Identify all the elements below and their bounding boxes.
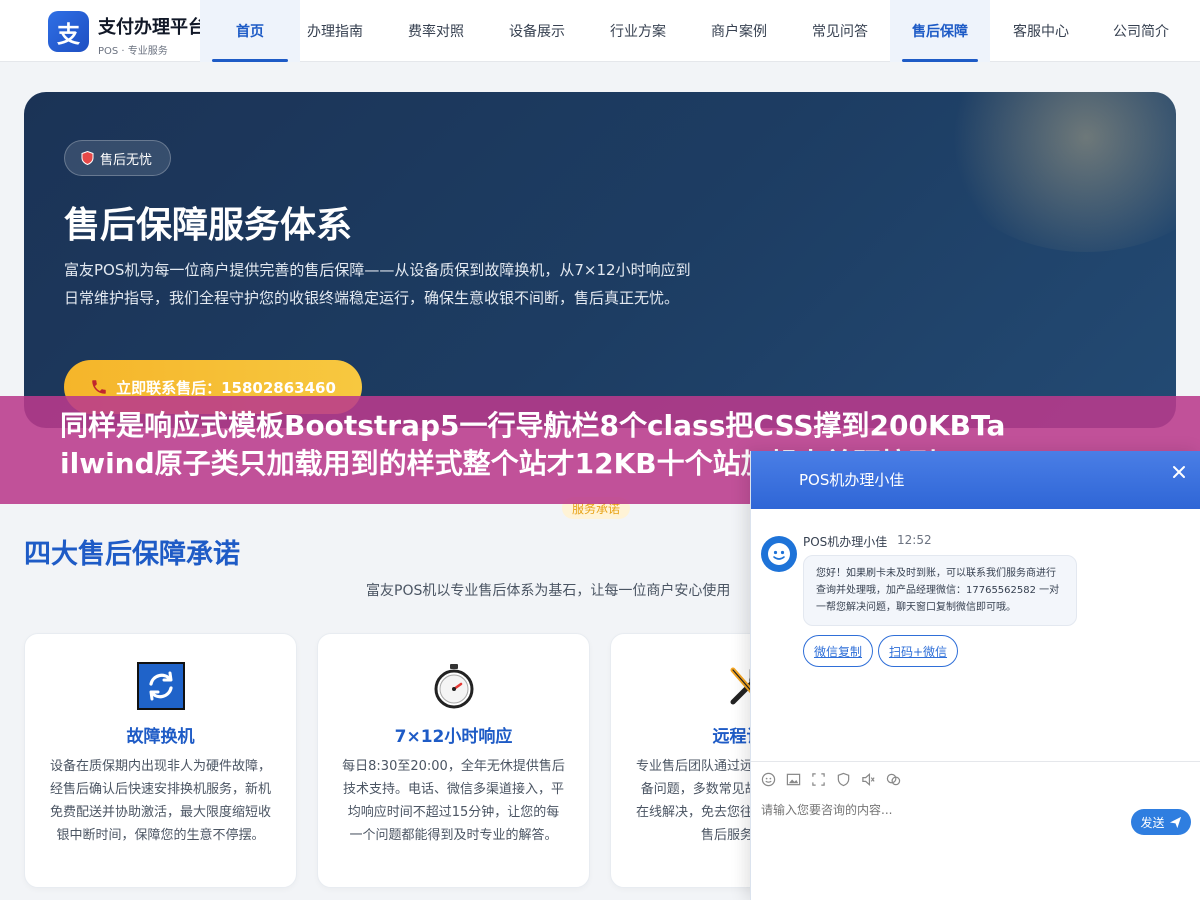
promise-card-replacement: 故障换机 设备在质保期内出现非人为硬件故障，经售后确认后快速安排换机服务，新机免… bbox=[24, 633, 297, 888]
nav-label: 售后保障 bbox=[912, 24, 968, 40]
scan-wechat-button[interactable]: 扫码+微信 bbox=[878, 635, 958, 667]
screenshot-icon[interactable] bbox=[811, 772, 826, 787]
nav-item-solutions[interactable]: 行业方案 bbox=[588, 0, 688, 62]
brand-subtitle: POS · 专业服务 bbox=[98, 46, 168, 57]
close-icon[interactable] bbox=[1171, 464, 1187, 480]
chat-header-title: POS机办理小佳 bbox=[799, 471, 905, 489]
hero-badge-label: 售后无忧 bbox=[100, 152, 153, 168]
card-text: 设备在质保期内出现非人为硬件故障，经售后确认后快速安排换机服务，新机免费配送并协… bbox=[49, 759, 271, 843]
card-title: 7×12小时响应 bbox=[394, 727, 513, 747]
voice-icon[interactable] bbox=[861, 772, 876, 787]
nav-label: 办理指南 bbox=[307, 24, 363, 40]
overlay-line: 同样是响应式模板Bootstrap5一行导航栏8个class把CSS撑到200K… bbox=[60, 409, 1006, 442]
section-title: 四大售后保障承诺 bbox=[24, 539, 240, 570]
chat-widget: POS机办理小佳 POS机办理小佳 12:52 您好！如果刷卡未及时到账，可以联… bbox=[750, 451, 1200, 900]
hero-title: 售后保障服务体系 bbox=[64, 205, 353, 246]
contact-button-label: 立即联系售后：15802863460 bbox=[116, 378, 336, 397]
hero-badge: 售后无忧 bbox=[64, 140, 172, 176]
nav-item-faq[interactable]: 常见问答 bbox=[790, 0, 890, 62]
active-indicator bbox=[212, 59, 288, 62]
hero-glow bbox=[936, 92, 1176, 252]
nav-label: 公司简介 bbox=[1113, 24, 1169, 40]
promise-card-response: 7×12小时响应 每日8:30至20:00，全年无休提供售后技术支持。电话、微信… bbox=[317, 633, 590, 888]
stopwatch-icon bbox=[434, 664, 473, 709]
shield-icon bbox=[81, 151, 94, 165]
chat-message-input[interactable] bbox=[761, 803, 1121, 817]
brand-name[interactable]: 支付办理平台 bbox=[98, 13, 206, 39]
refresh-icon bbox=[136, 662, 185, 710]
nav-item-service-center[interactable]: 客服中心 bbox=[991, 0, 1091, 62]
card-text: 每日8:30至20:00，全年无休提供售后技术支持。电话、微信多渠道接入，平均响… bbox=[342, 759, 565, 843]
send-arrow-icon bbox=[1169, 816, 1181, 828]
nav-label: 首页 bbox=[236, 24, 264, 40]
evaluate-icon[interactable] bbox=[836, 772, 851, 787]
image-icon[interactable] bbox=[786, 772, 801, 787]
agent-name: POS机办理小佳 bbox=[803, 535, 888, 549]
brand-logo[interactable]: 支 bbox=[48, 11, 89, 52]
nav-item-about[interactable]: 公司简介 bbox=[1091, 0, 1191, 62]
chat-messages: POS机办理小佳 12:52 您好！如果刷卡未及时到账，可以联系我们服务商进行查… bbox=[751, 509, 1200, 767]
nav-item-after-sales[interactable]: 售后保障 bbox=[890, 0, 990, 62]
nav-label: 费率对照 bbox=[408, 24, 464, 40]
send-button-label: 发送 bbox=[1140, 815, 1165, 830]
hero-description: 富友POS机为每一位商户提供完善的售后保障——从设备质保到故障换机，从7×12小… bbox=[64, 261, 691, 307]
phone-icon bbox=[92, 380, 106, 394]
nav-label: 常见问答 bbox=[812, 24, 868, 40]
agent-face-icon bbox=[768, 543, 790, 565]
nav-label: 设备展示 bbox=[509, 24, 565, 40]
nav-item-cases[interactable]: 商户案例 bbox=[689, 0, 789, 62]
nav-label: 商户案例 bbox=[711, 24, 767, 40]
send-button[interactable]: 发送 bbox=[1131, 809, 1191, 835]
chat-header: POS机办理小佳 bbox=[751, 451, 1200, 509]
copy-wechat-button[interactable]: 微信复制 bbox=[803, 635, 873, 667]
nav-item-guide[interactable]: 办理指南 bbox=[285, 0, 385, 62]
transfer-icon[interactable] bbox=[886, 772, 901, 787]
chat-toolbar bbox=[751, 761, 1200, 797]
hero-banner: 售后无忧 售后保障服务体系 富友POS机为每一位商户提供完善的售后保障——从设备… bbox=[24, 92, 1176, 428]
section-subtitle: 富友POS机以专业售后体系为基石，让每一位商户安心使用 bbox=[366, 583, 731, 599]
emoji-icon[interactable] bbox=[761, 772, 776, 787]
nav-label: 行业方案 bbox=[610, 24, 666, 40]
agent-avatar bbox=[761, 536, 797, 572]
card-title: 故障换机 bbox=[126, 727, 195, 747]
message-time: 12:52 bbox=[897, 533, 932, 547]
active-indicator bbox=[902, 59, 978, 62]
top-navbar: 支 支付办理平台 POS · 专业服务 首页 办理指南 费率对照 设备展示 行业… bbox=[0, 0, 1200, 62]
message-bubble: 您好！如果刷卡未及时到账，可以联系我们服务商进行查询并处理哦，加产品经理微信：1… bbox=[803, 555, 1077, 626]
nav-item-devices[interactable]: 设备展示 bbox=[487, 0, 587, 62]
nav-item-rates[interactable]: 费率对照 bbox=[386, 0, 486, 62]
nav-label: 客服中心 bbox=[1013, 24, 1069, 40]
